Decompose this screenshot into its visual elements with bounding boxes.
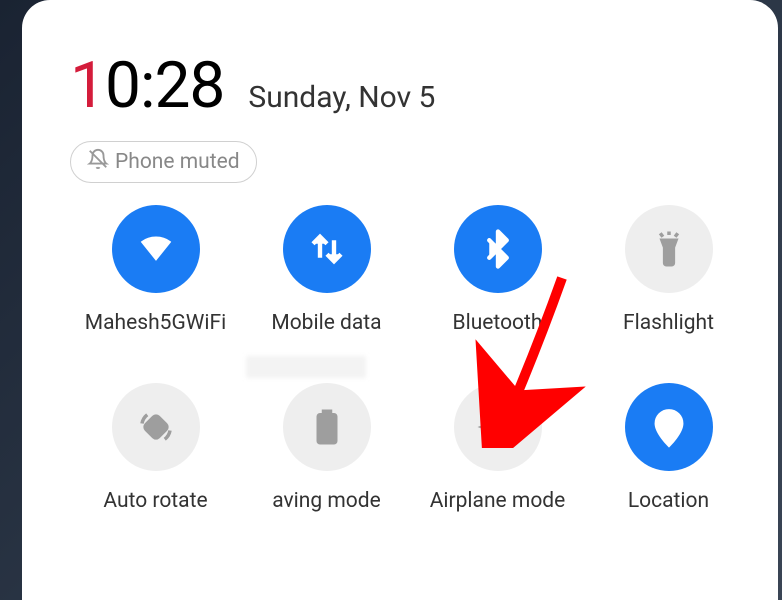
bell-muted-icon: [87, 148, 109, 176]
wifi-icon: [112, 205, 200, 293]
phone-muted-chip[interactable]: Phone muted: [70, 141, 257, 183]
clock-rest: 0:28: [105, 48, 224, 123]
tile-wifi[interactable]: Mahesh5GWiFi: [70, 205, 241, 335]
phone-muted-label: Phone muted: [115, 150, 240, 174]
header: 10:28 Sunday, Nov 5: [70, 48, 754, 123]
clock: 10:28: [70, 48, 224, 123]
tile-label: Flashlight: [623, 311, 714, 335]
quick-tiles-grid: Mahesh5GWiFi Mobile data Bluetooth: [70, 205, 754, 513]
tile-auto-rotate[interactable]: Auto rotate: [70, 383, 241, 513]
tile-label: aving mode: [272, 489, 381, 513]
tile-flashlight[interactable]: Flashlight: [583, 205, 754, 335]
battery-plus-icon: [283, 383, 371, 471]
airplane-icon: [454, 383, 542, 471]
tile-airplane-mode[interactable]: Airplane mode: [412, 383, 583, 513]
location-pin-icon: [625, 383, 713, 471]
rotate-icon: [112, 383, 200, 471]
tile-label: Airplane mode: [430, 489, 566, 513]
tile-location[interactable]: Location: [583, 383, 754, 513]
redacted-block: [246, 356, 366, 378]
flashlight-icon: [625, 205, 713, 293]
date-label: Sunday, Nov 5: [248, 80, 435, 115]
tile-label: Mahesh5GWiFi: [85, 311, 226, 335]
tile-saving-mode[interactable]: aving mode: [241, 383, 412, 513]
tile-mobile-data[interactable]: Mobile data: [241, 205, 412, 335]
clock-hour-first: 1: [70, 48, 105, 123]
quick-settings-panel: 10:28 Sunday, Nov 5 Phone muted Mahesh5G…: [22, 0, 778, 600]
tile-bluetooth[interactable]: Bluetooth: [412, 205, 583, 335]
bluetooth-icon: [454, 205, 542, 293]
tile-label: Location: [628, 489, 709, 513]
tile-label: Auto rotate: [103, 489, 207, 513]
tile-label: Bluetooth: [453, 311, 543, 335]
tile-label: Mobile data: [271, 311, 381, 335]
data-arrows-icon: [283, 205, 371, 293]
